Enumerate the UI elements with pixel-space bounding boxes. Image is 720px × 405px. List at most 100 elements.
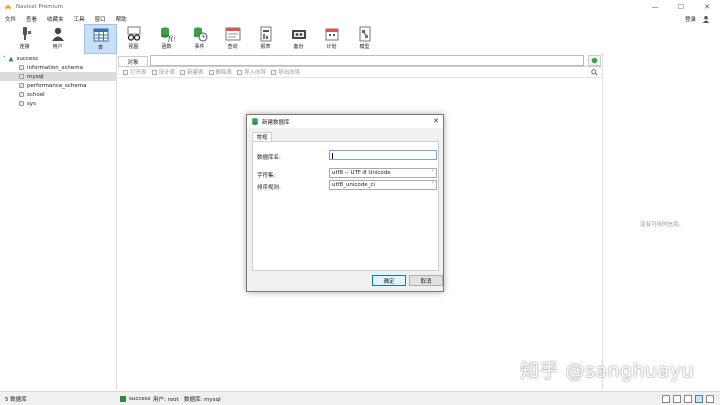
tree-db-information-schema[interactable]: information_schema bbox=[0, 63, 116, 72]
import-wizard-button[interactable]: 导入向导 bbox=[237, 68, 266, 76]
svg-text:f(x): f(x) bbox=[167, 35, 175, 42]
zhihu-watermark: 知乎 @sanghuayu bbox=[520, 360, 695, 382]
table-label: 表 bbox=[97, 45, 103, 51]
user-icon bbox=[51, 27, 64, 41]
database-icon bbox=[19, 74, 24, 79]
db-name-input[interactable] bbox=[329, 150, 437, 160]
detail-view-icon[interactable] bbox=[673, 395, 681, 403]
maximize-button[interactable]: ☐ bbox=[668, 0, 694, 14]
charset-select[interactable]: utf8 -- UTF-8 Unicode ˅ bbox=[329, 168, 437, 178]
window-title: Navicat Premium bbox=[16, 4, 64, 10]
charset-value: utf8 -- UTF-8 Unicode bbox=[332, 170, 391, 176]
chevron-down-icon: ˅ bbox=[431, 182, 435, 188]
model-label: 模型 bbox=[359, 44, 370, 50]
backup-label: 备份 bbox=[293, 44, 304, 50]
search-icon[interactable] bbox=[591, 69, 598, 76]
dialog-close-button[interactable]: ✕ bbox=[433, 117, 439, 125]
query-button[interactable]: 查询 bbox=[216, 24, 249, 54]
object-action-bar: 打开表 设计表 新建表 删除表 导入向导 导出向导 bbox=[118, 66, 602, 78]
tree-connection-label: success bbox=[16, 55, 39, 62]
open-table-button[interactable]: 打开表 bbox=[123, 68, 147, 76]
status-database: 数据库: mysql bbox=[184, 396, 221, 403]
view-label: 视图 bbox=[128, 44, 139, 50]
plug-icon bbox=[22, 27, 31, 40]
tree-db-sys[interactable]: sys bbox=[0, 99, 116, 108]
model-button[interactable]: 模型 bbox=[348, 24, 381, 54]
connection-status-icon bbox=[120, 395, 126, 402]
database-icon bbox=[19, 83, 24, 88]
query-label: 查询 bbox=[227, 44, 238, 50]
list-view-icon[interactable] bbox=[662, 395, 670, 403]
table-button[interactable]: 表 bbox=[84, 24, 117, 54]
db-name-label: 数据库名: bbox=[257, 155, 281, 161]
expand-chevron-icon[interactable]: ˅ bbox=[3, 56, 6, 62]
database-icon bbox=[19, 101, 24, 106]
connect-button[interactable]: 连接 bbox=[8, 24, 41, 54]
design-table-button[interactable]: 设计表 bbox=[151, 68, 175, 76]
menu-tools[interactable]: 工具 bbox=[69, 15, 90, 23]
menu-favorites[interactable]: 收藏夹 bbox=[42, 15, 69, 23]
info-panel: 没有可用的信息。 bbox=[602, 54, 720, 390]
tab-general[interactable]: 常规 bbox=[252, 132, 272, 141]
database-green-icon bbox=[252, 118, 258, 125]
new-table-button[interactable]: 新建表 bbox=[180, 68, 204, 76]
status-user: 用户: root bbox=[153, 396, 179, 403]
main-toolbar: 连接 用户 表 视图 f(x) 函数 事件 查询 报表 备份 计划 模型 bbox=[0, 24, 720, 54]
dialog-title-bar: 新建数据库 bbox=[247, 115, 443, 128]
tree-connection-success[interactable]: ˅ success bbox=[0, 54, 116, 63]
user-button[interactable]: 用户 bbox=[41, 24, 74, 54]
tree-db-label: performance_schema bbox=[27, 82, 87, 89]
grid-view-icon[interactable] bbox=[695, 395, 703, 403]
title-bar: Navicat Premium — ☐ ✕ bbox=[0, 0, 720, 14]
event-clock-icon bbox=[193, 27, 207, 42]
view-button[interactable]: 视图 bbox=[117, 24, 150, 54]
backup-button[interactable]: 备份 bbox=[282, 24, 315, 54]
database-icon bbox=[19, 92, 24, 97]
ok-button[interactable]: 确定 bbox=[372, 275, 406, 286]
minimize-button[interactable]: — bbox=[642, 0, 668, 14]
calendar-icon bbox=[325, 28, 338, 41]
user-avatar-icon[interactable] bbox=[702, 15, 710, 23]
menu-window[interactable]: 窗口 bbox=[90, 15, 111, 23]
export-wizard-button[interactable]: 导出向导 bbox=[271, 68, 300, 76]
er-view-icon[interactable] bbox=[684, 395, 692, 403]
open-table-label: 打开表 bbox=[130, 70, 147, 76]
delete-table-icon bbox=[208, 69, 214, 75]
connection-tree: ˅ success information_schema mysql perfo… bbox=[0, 54, 117, 390]
cancel-button[interactable]: 取消 bbox=[409, 275, 443, 286]
function-button[interactable]: f(x) 函数 bbox=[150, 24, 183, 54]
report-icon bbox=[260, 26, 271, 42]
close-button[interactable]: ✕ bbox=[694, 0, 720, 14]
report-label: 报表 bbox=[260, 44, 271, 50]
status-bar: 5 数据库 success 用户: root 数据库: mysql bbox=[0, 391, 720, 405]
delete-table-label: 删除表 bbox=[215, 70, 233, 76]
glasses-icon bbox=[127, 26, 140, 41]
new-table-label: 新建表 bbox=[187, 70, 204, 76]
query-icon bbox=[225, 27, 240, 41]
tree-db-mysql[interactable]: mysql bbox=[0, 72, 116, 81]
report-button[interactable]: 报表 bbox=[249, 24, 282, 54]
menu-file[interactable]: 文件 bbox=[0, 15, 21, 23]
open-table-icon bbox=[123, 69, 128, 75]
info-pane-icon[interactable] bbox=[706, 395, 714, 403]
tree-db-school[interactable]: school bbox=[0, 90, 116, 99]
menu-help[interactable]: 帮助 bbox=[111, 15, 132, 23]
new-database-dialog: 新建数据库 ✕ 常规 数据库名: 字符集: utf8 -- UTF-8 Unic… bbox=[246, 114, 444, 292]
collation-value: utf8_unicode_ci bbox=[332, 182, 375, 188]
tab-search-input[interactable] bbox=[150, 55, 584, 66]
import-wizard-label: 导入向导 bbox=[244, 70, 267, 76]
event-button[interactable]: 事件 bbox=[183, 24, 216, 54]
schedule-button[interactable]: 计划 bbox=[315, 24, 348, 54]
refresh-icon[interactable] bbox=[588, 55, 601, 66]
tab-objects[interactable]: 对象 bbox=[118, 56, 148, 66]
function-label: 函数 bbox=[161, 44, 172, 50]
tree-db-performance-schema[interactable]: performance_schema bbox=[0, 81, 116, 90]
delete-table-button[interactable]: 删除表 bbox=[208, 68, 233, 76]
export-icon bbox=[271, 69, 277, 75]
schedule-label: 计划 bbox=[326, 44, 337, 50]
status-connection: success bbox=[120, 395, 151, 402]
view-mode-switcher bbox=[659, 395, 714, 403]
menu-view[interactable]: 查看 bbox=[21, 15, 42, 23]
login-link[interactable]: 登录 bbox=[685, 15, 696, 23]
collation-select[interactable]: utf8_unicode_ci ˅ bbox=[329, 180, 437, 190]
